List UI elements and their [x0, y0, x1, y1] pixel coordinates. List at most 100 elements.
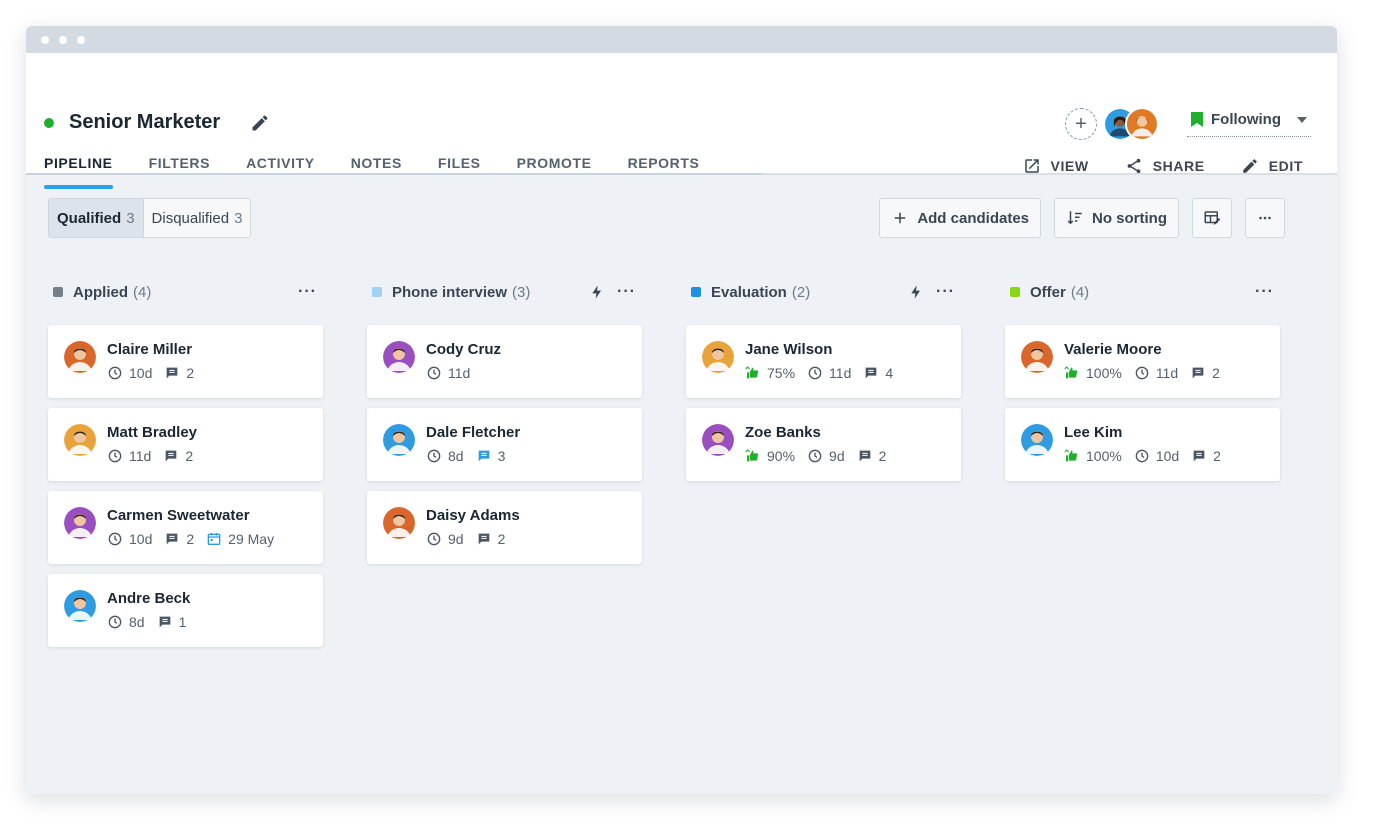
job-status-dot	[44, 117, 54, 128]
team-avatars[interactable]	[1103, 107, 1160, 141]
pipeline-toolbar: Qualified 3 Disqualified 3 Add candidate…	[48, 198, 1285, 238]
card-meta: 75% 11d 4	[745, 365, 905, 381]
disqualified-tab[interactable]: Disqualified 3	[143, 199, 251, 237]
avatar	[64, 424, 96, 456]
card-meta-item: 10d	[107, 365, 152, 381]
comment-icon	[167, 367, 178, 379]
pencil-icon	[1242, 159, 1257, 173]
meta-value: 29 May	[228, 531, 275, 547]
meta-value: 100%	[1086, 365, 1122, 381]
candidate-card[interactable]: Daisy Adams 9d 2	[367, 491, 642, 564]
candidate-card[interactable]: Matt Bradley 11d 2	[48, 408, 323, 481]
edit-columns-button[interactable]	[1192, 198, 1232, 238]
tab-promote[interactable]: PROMOTE	[517, 155, 592, 189]
card-meta-item: 11d	[107, 448, 151, 464]
meta-value: 8d	[129, 614, 145, 630]
bookmark-icon	[1191, 112, 1204, 127]
lightning-icon[interactable]	[589, 284, 605, 300]
candidate-card[interactable]: Jane Wilson 75% 11d 4	[686, 325, 961, 398]
comment-icon	[1192, 367, 1204, 379]
sort-icon	[1067, 211, 1082, 225]
candidate-card[interactable]: Lee Kim 100% 10d 2	[1005, 408, 1280, 481]
qualified-label: Qualified	[57, 209, 122, 227]
sorting-label: No sorting	[1092, 209, 1167, 227]
candidate-card[interactable]: Valerie Moore 100% 11d 2	[1005, 325, 1280, 398]
card-meta: 90% 9d 2	[745, 448, 898, 464]
following-dropdown[interactable]: Following	[1187, 111, 1311, 137]
pipeline-column: Offer (4) ··· Valerie Moore 100% 11d 2 Lee Kim 1…	[1005, 281, 1280, 657]
share-button[interactable]: SHARE	[1125, 157, 1205, 175]
card-meta-item: 4	[863, 365, 893, 381]
tab-reports[interactable]: REPORTS	[628, 155, 700, 189]
comment-icon	[165, 450, 177, 462]
lightning-icon[interactable]	[908, 284, 924, 300]
more-horizontal-icon	[1259, 216, 1271, 220]
qualified-tab[interactable]: Qualified 3	[49, 199, 144, 237]
calendar-icon	[207, 533, 221, 545]
card-meta: 100% 11d 2	[1064, 365, 1232, 381]
card-meta: 9d 2	[426, 531, 517, 547]
table-edit-icon	[1204, 211, 1221, 225]
card-meta-item: 2	[857, 448, 886, 464]
more-horizontal-icon[interactable]: ···	[936, 283, 955, 301]
candidate-card[interactable]: Claire Miller 10d 2	[48, 325, 323, 398]
card-meta-item: 8d	[426, 448, 464, 464]
disqualified-label: Disqualified	[151, 209, 230, 227]
candidate-name: Carmen Sweetwater	[107, 507, 250, 524]
more-options-button[interactable]	[1245, 198, 1285, 238]
candidate-card[interactable]: Carmen Sweetwater 10d 2 29 May	[48, 491, 323, 564]
tab-pipeline[interactable]: PIPELINE	[44, 155, 113, 189]
more-horizontal-icon[interactable]: ···	[1255, 283, 1274, 301]
candidate-name: Lee Kim	[1064, 424, 1123, 441]
meta-value: 9d	[829, 448, 845, 464]
card-meta-item: 75%	[745, 365, 795, 381]
clock-icon	[808, 366, 822, 380]
team-and-follow: + Following	[1065, 107, 1311, 141]
job-actions: VIEW SHARE EDIT	[1023, 157, 1304, 175]
toolbar-actions: Add candidates No sorting	[879, 198, 1285, 238]
tab-notes[interactable]: NOTES	[351, 155, 402, 189]
meta-value: 8d	[448, 448, 464, 464]
thumbs-icon	[745, 366, 759, 379]
comment-icon	[167, 533, 178, 545]
edit-button[interactable]: EDIT	[1241, 157, 1303, 175]
qualified-count: 3	[126, 209, 135, 227]
meta-value: 2	[185, 448, 194, 464]
card-meta-item: 2	[1190, 365, 1220, 381]
tab-activity[interactable]: ACTIVITY	[246, 155, 315, 189]
meta-value: 10d	[1155, 448, 1180, 464]
avatar	[1021, 341, 1053, 373]
meta-value: 11d	[448, 365, 471, 381]
card-meta: 10d 2 29 May	[107, 531, 286, 547]
candidate-name: Daisy Adams	[426, 507, 520, 524]
stage-count: (3)	[512, 283, 531, 301]
stage-color-swatch	[372, 287, 382, 297]
card-meta-item: 100%	[1064, 365, 1122, 381]
candidate-card[interactable]: Dale Fletcher 8d 3	[367, 408, 642, 481]
more-horizontal-icon[interactable]: ···	[617, 283, 636, 301]
pencil-icon[interactable]	[250, 113, 270, 133]
candidate-card[interactable]: Cody Cruz 11d	[367, 325, 642, 398]
sorting-button[interactable]: No sorting	[1054, 198, 1179, 238]
candidate-card[interactable]: Andre Beck 8d 1	[48, 574, 323, 647]
tab-files[interactable]: FILES	[438, 155, 481, 189]
meta-value: 11d	[129, 448, 152, 464]
add-candidates-button[interactable]: Add candidates	[879, 198, 1041, 238]
candidate-name: Jane Wilson	[745, 341, 833, 358]
meta-value: 3	[497, 448, 506, 464]
candidate-card[interactable]: Zoe Banks 90% 9d 2	[686, 408, 961, 481]
more-horizontal-icon[interactable]: ···	[298, 283, 317, 301]
qualification-toggle: Qualified 3 Disqualified 3	[48, 198, 252, 238]
card-meta-item: 2	[164, 365, 194, 381]
tab-filters[interactable]: FILTERS	[149, 155, 211, 189]
meta-value: 2	[186, 531, 195, 547]
stage-count: (4)	[133, 283, 152, 301]
view-button[interactable]: VIEW	[1023, 157, 1089, 175]
stage-name: Evaluation	[711, 283, 787, 301]
avatar	[1021, 424, 1053, 456]
avatar	[383, 341, 415, 373]
add-team-member-button[interactable]: +	[1065, 108, 1098, 140]
card-meta-item: 11d	[807, 365, 851, 381]
clock-icon	[108, 366, 122, 380]
card-meta-item: 10d	[1134, 448, 1179, 464]
